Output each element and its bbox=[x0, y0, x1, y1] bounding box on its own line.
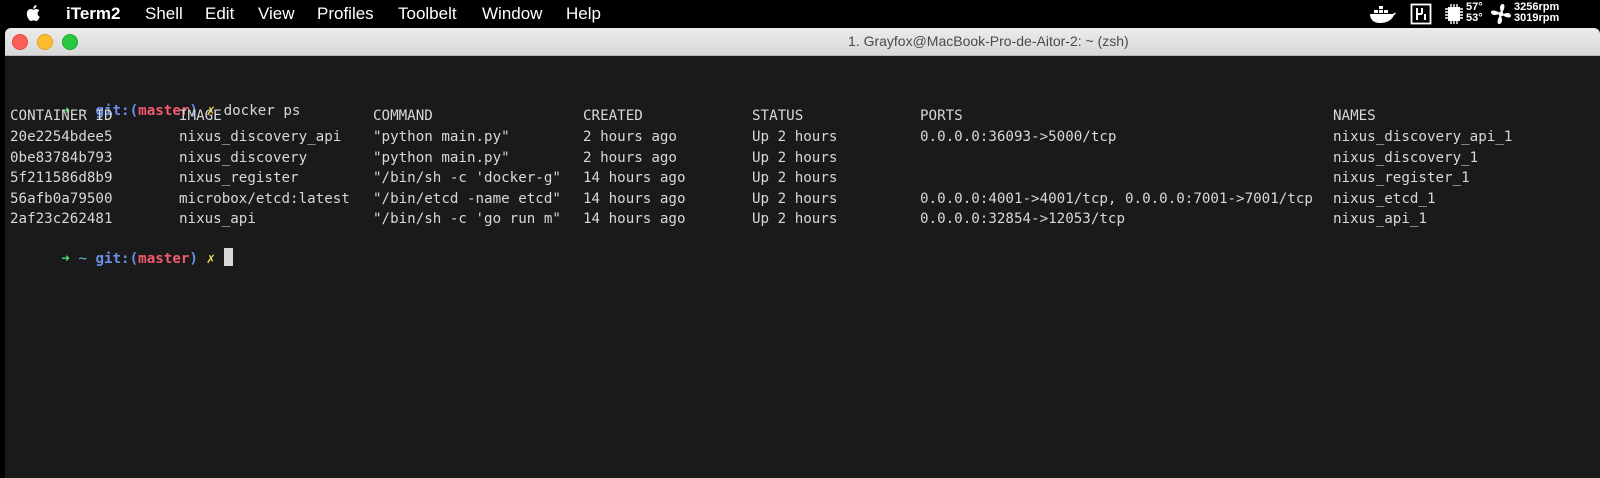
created: 14 hours ago bbox=[583, 170, 686, 186]
container-id: 56afb0a79500 bbox=[10, 191, 113, 207]
fan-icon[interactable] bbox=[1490, 3, 1512, 25]
command: "/bin/etcd -name etcd" bbox=[373, 191, 561, 207]
table-row: 20e2254bdee5 nixus_discovery_api "python… bbox=[10, 129, 1512, 149]
zoom-window-button[interactable] bbox=[62, 34, 78, 50]
terminal-content[interactable]: ➜ ~ git:(master) ✗ docker ps CONTAINER I… bbox=[5, 56, 1600, 478]
image: nixus_discovery_api bbox=[179, 129, 342, 145]
text-cursor bbox=[223, 248, 233, 266]
apple-icon[interactable] bbox=[24, 3, 44, 23]
names: nixus_register_1 bbox=[1333, 170, 1470, 186]
prompt-git-suffix: ) bbox=[189, 251, 198, 267]
prompt-arrow: ➜ bbox=[61, 251, 70, 267]
menu-profiles[interactable]: Profiles bbox=[317, 4, 374, 24]
menu-view[interactable]: View bbox=[258, 4, 295, 24]
table-row: 5f211586d8b9 nixus_register "/bin/sh -c … bbox=[10, 170, 1470, 190]
command: "/bin/sh -c 'go run m" bbox=[373, 211, 561, 227]
table-row: 0be83784b793 nixus_discovery "python mai… bbox=[10, 150, 1478, 170]
command: "python main.py" bbox=[373, 150, 510, 166]
window-titlebar[interactable]: 1. Grayfox@MacBook-Pro-de-Aitor-2: ~ (zs… bbox=[5, 28, 1600, 56]
prompt-line: ➜ ~ git:(master) ✗ docker ps bbox=[10, 87, 300, 119]
status: Up 2 hours bbox=[752, 211, 838, 227]
close-window-button[interactable] bbox=[12, 34, 28, 50]
prompt-line: ➜ ~ git:(master) ✗ bbox=[10, 232, 233, 267]
table-header: CONTAINER ID IMAGE COMMAND CREATED STATU… bbox=[10, 108, 1376, 128]
ports: 0.0.0.0:4001->4001/tcp, 0.0.0.0:7001->70… bbox=[920, 191, 1313, 207]
cpu-chip-icon[interactable] bbox=[1444, 3, 1464, 25]
menu-bar: iTerm2 Shell Edit View Profiles Toolbelt… bbox=[0, 0, 1600, 27]
fan-speed-2: 3019rpm bbox=[1514, 12, 1560, 24]
names: nixus_api_1 bbox=[1333, 211, 1427, 227]
menu-window[interactable]: Window bbox=[482, 4, 542, 24]
image: nixus_register bbox=[179, 170, 299, 186]
command: "python main.py" bbox=[373, 129, 510, 145]
status: Up 2 hours bbox=[752, 150, 838, 166]
header-names: NAMES bbox=[1333, 108, 1376, 124]
header-image: IMAGE bbox=[179, 108, 222, 124]
command: "/bin/sh -c 'docker-g" bbox=[373, 170, 561, 186]
image: microbox/etcd:latest bbox=[179, 191, 350, 207]
menu-help[interactable]: Help bbox=[566, 4, 601, 24]
created: 2 hours ago bbox=[583, 129, 677, 145]
header-created: CREATED bbox=[583, 108, 643, 124]
names: nixus_discovery_api_1 bbox=[1333, 129, 1513, 145]
container-id: 20e2254bdee5 bbox=[10, 129, 113, 145]
prompt-git-prefix: git:( bbox=[95, 251, 139, 267]
prompt-dirty-marker: ✗ bbox=[206, 251, 216, 267]
container-id: 0be83784b793 bbox=[10, 150, 113, 166]
image: nixus_api bbox=[179, 211, 256, 227]
window-title: 1. Grayfox@MacBook-Pro-de-Aitor-2: ~ (zs… bbox=[848, 33, 1129, 49]
created: 14 hours ago bbox=[583, 211, 686, 227]
created: 2 hours ago bbox=[583, 150, 677, 166]
ports: 0.0.0.0:32854->12053/tcp bbox=[920, 211, 1125, 227]
minimize-window-button[interactable] bbox=[37, 34, 53, 50]
status: Up 2 hours bbox=[752, 129, 838, 145]
header-command: COMMAND bbox=[373, 108, 433, 124]
menu-toolbelt[interactable]: Toolbelt bbox=[398, 4, 457, 24]
header-status: STATUS bbox=[752, 108, 804, 124]
activity-monitor-icon[interactable] bbox=[1410, 3, 1432, 25]
command-text: docker ps bbox=[223, 103, 301, 119]
created: 14 hours ago bbox=[583, 191, 686, 207]
menu-edit[interactable]: Edit bbox=[205, 4, 234, 24]
menu-app-name[interactable]: iTerm2 bbox=[66, 4, 121, 24]
table-row: 56afb0a79500 microbox/etcd:latest "/bin/… bbox=[10, 191, 1436, 211]
prompt-branch: master bbox=[138, 251, 190, 267]
names: nixus_etcd_1 bbox=[1333, 191, 1436, 207]
header-container-id: CONTAINER ID bbox=[10, 108, 113, 124]
table-row: 2af23c262481 nixus_api "/bin/sh -c 'go r… bbox=[10, 211, 1427, 231]
image: nixus_discovery bbox=[179, 150, 308, 166]
status: Up 2 hours bbox=[752, 170, 838, 186]
menu-shell[interactable]: Shell bbox=[145, 4, 183, 24]
ports: 0.0.0.0:36093->5000/tcp bbox=[920, 129, 1117, 145]
container-id: 2af23c262481 bbox=[10, 211, 113, 227]
status: Up 2 hours bbox=[752, 191, 838, 207]
terminal-window: 1. Grayfox@MacBook-Pro-de-Aitor-2: ~ (zs… bbox=[5, 28, 1600, 478]
header-ports: PORTS bbox=[920, 108, 963, 124]
names: nixus_discovery_1 bbox=[1333, 150, 1479, 166]
docker-icon[interactable] bbox=[1368, 4, 1398, 24]
prompt-directory: ~ bbox=[78, 251, 87, 267]
container-id: 5f211586d8b9 bbox=[10, 170, 113, 186]
gpu-temperature: 53° bbox=[1466, 12, 1483, 24]
